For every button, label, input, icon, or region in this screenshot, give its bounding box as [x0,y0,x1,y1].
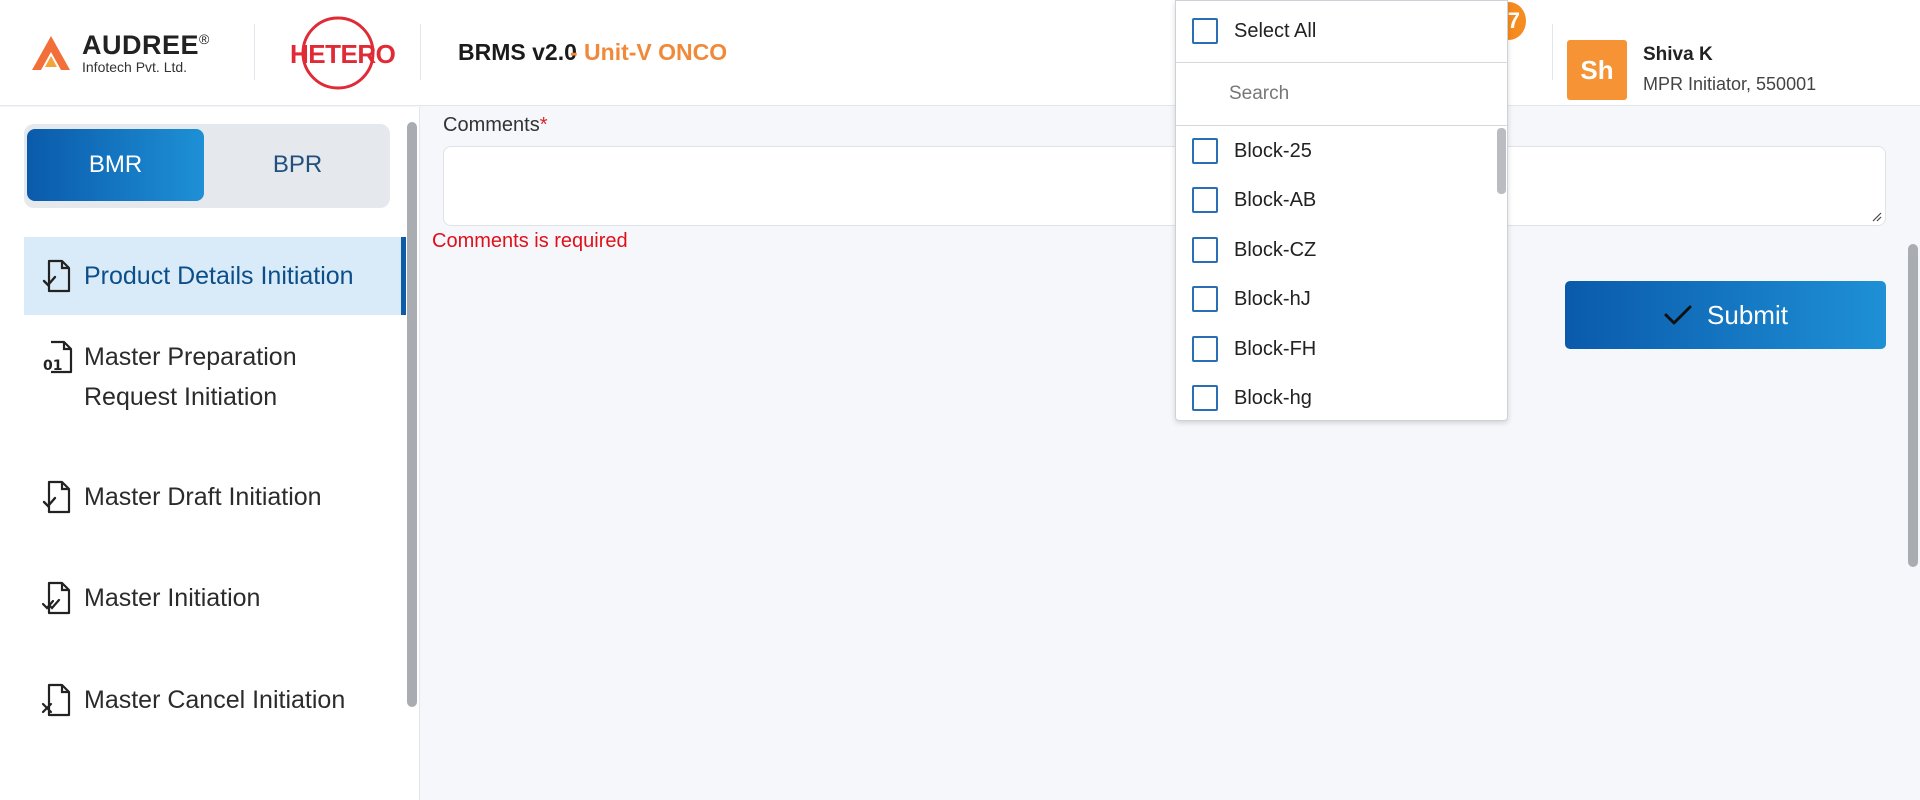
svg-text:01: 01 [43,358,62,374]
app-unit: - Unit-V ONCO [570,39,728,65]
sidebar-item-master-preparation-request-initiation[interactable]: 01 Master Preparation Request Initiation [24,337,406,417]
document-check-icon [42,480,71,514]
header-divider [420,24,421,80]
dropdown-option[interactable]: Block-hg [1176,374,1496,422]
document-cancel-icon [41,683,71,717]
option-checkbox[interactable] [1192,385,1218,411]
dropdown-option[interactable]: Block-hJ [1176,275,1496,323]
dropdown-option[interactable]: Block-FH [1176,325,1496,373]
comments-textarea[interactable] [443,146,1886,226]
sidebar-item-label: Product Details Initiation [84,262,354,290]
option-label: Block-CZ [1234,238,1317,261]
bmr-bpr-toggle: BMR BPR [24,124,390,208]
sidebar-item-label: Master Draft Initiation [84,483,322,511]
dropdown-divider [1176,125,1507,126]
select-all-label: Select All [1234,19,1317,42]
option-checkbox[interactable] [1192,138,1218,164]
dropdown-option[interactable]: Block-25 [1176,127,1496,175]
submit-label: Submit [1707,299,1788,330]
option-label: Block-hJ [1234,287,1311,310]
avatar[interactable]: Sh [1567,40,1627,100]
select-all-checkbox[interactable] [1192,18,1218,44]
sidebar-scrollbar[interactable] [407,122,417,707]
audree-brand-name: AUDREE® [82,30,210,60]
document-check-icon [42,259,71,293]
option-label: Block-hg [1234,386,1312,409]
option-label: Block-AB [1234,188,1317,211]
sidebar-item-product-details-initiation[interactable]: Product Details Initiation [24,237,406,315]
option-checkbox[interactable] [1192,187,1218,213]
option-checkbox[interactable] [1192,237,1218,263]
sidebar-item-master-draft-initiation[interactable]: Master Draft Initiation [24,477,406,517]
sidebar-item-label: Master Initiation [84,584,261,612]
option-checkbox[interactable] [1192,336,1218,362]
audree-triangle-icon [32,36,70,70]
app-title: BRMS v2.0 [458,39,577,65]
dropdown-scrollbar[interactable] [1497,128,1506,194]
user-name: Shiva K [1643,44,1713,65]
resize-grip-icon[interactable] [1870,210,1882,222]
app-header: AUDREE® Infotech Pvt. Ltd. HETERO BRMS v… [0,0,1920,106]
page-scrollbar[interactable] [1908,244,1918,567]
toggle-bmr[interactable]: BMR [27,129,204,201]
sidebar-item-master-cancel-initiation[interactable]: Master Cancel Initiation [24,680,406,720]
option-label: Block-FH [1234,337,1317,360]
required-marker: * [539,114,548,136]
checkmark-icon [1664,305,1692,325]
user-role: MPR Initiator, 550001 [1643,74,1817,94]
document-double-check-icon [41,581,71,615]
header-divider [254,24,255,80]
sidebar-item-label: Master Preparation Request Initiation [84,343,297,411]
select-all-option[interactable]: Select All [1176,7,1496,55]
audree-brand-subtitle: Infotech Pvt. Ltd. [82,59,188,75]
block-multiselect-dropdown: Select All Block-25 Block-AB Block-CZ Bl… [1175,0,1508,421]
audree-logo: AUDREE® Infotech Pvt. Ltd. [30,28,220,78]
hetero-brand-name: HETERO [290,39,396,69]
dropdown-option[interactable]: Block-AB [1176,176,1496,224]
sidebar-item-master-initiation[interactable]: Master Initiation [24,578,406,618]
comments-label: Comments* [443,114,548,136]
submit-button[interactable]: Submit [1565,281,1886,349]
option-checkbox[interactable] [1192,286,1218,312]
binary-document-icon: 01 [43,340,73,374]
comments-error-message: Comments is required [432,230,628,252]
hetero-logo: HETERO [286,14,396,92]
sidebar-item-label: Master Cancel Initiation [84,686,346,714]
dropdown-divider [1176,62,1507,63]
option-label: Block-25 [1234,139,1312,162]
toggle-bpr[interactable]: BPR [209,129,386,201]
header-divider [1552,24,1553,80]
dropdown-search-input[interactable] [1229,79,1479,109]
dropdown-option[interactable]: Block-CZ [1176,226,1496,274]
sidebar: BMR BPR Product Details Initiation 01 Ma… [0,107,420,800]
